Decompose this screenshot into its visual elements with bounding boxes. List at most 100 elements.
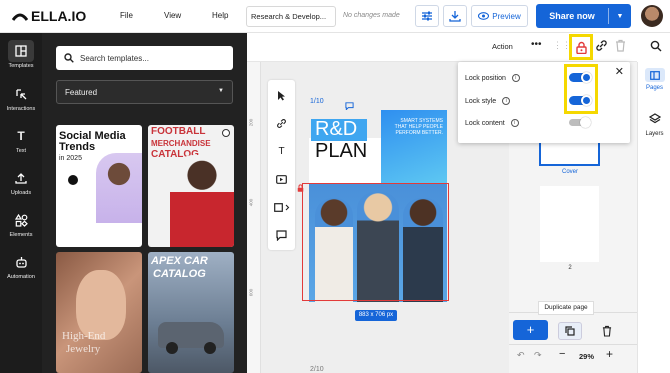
rail-automation[interactable]: Automation xyxy=(0,251,42,280)
zoom-level[interactable]: 29% xyxy=(579,352,594,361)
adjust-button[interactable] xyxy=(415,5,439,27)
locked-element-indicator xyxy=(297,179,304,197)
template-search-input[interactable]: Search templates... xyxy=(56,46,233,70)
menu-view[interactable]: View xyxy=(164,11,181,20)
preview-label: Preview xyxy=(492,11,521,21)
rail-layers[interactable]: Layers xyxy=(641,112,668,144)
link-button[interactable] xyxy=(595,39,608,57)
toggle-knob xyxy=(580,117,591,128)
elements-icon xyxy=(8,209,34,231)
rail-label: Automation xyxy=(7,274,35,280)
card-title: APEX CAR xyxy=(151,255,208,267)
more-options-icon[interactable]: ••• xyxy=(531,39,542,50)
duplicate-page-button[interactable] xyxy=(558,322,582,340)
rail-label: Uploads xyxy=(10,190,32,196)
interactions-icon xyxy=(8,83,34,105)
logo-icon xyxy=(12,13,28,21)
automation-icon xyxy=(8,251,34,273)
sliders-icon xyxy=(422,11,432,21)
template-card-football[interactable]: FOOTBALL MERCHANDISE CATALOG xyxy=(148,125,234,247)
card-title: Trends xyxy=(59,141,96,153)
video-tool[interactable] xyxy=(268,168,295,190)
share-now-button[interactable]: Share now ▼ xyxy=(536,4,631,28)
undo-icon[interactable]: ↶ xyxy=(517,350,525,361)
menu-help[interactable]: Help xyxy=(212,11,228,20)
design-tagline: SMART SYSTEMS THAT HELP PEOPLE PERFORM B… xyxy=(394,118,443,136)
search-placeholder: Search templates... xyxy=(80,53,149,63)
divider xyxy=(509,344,637,345)
link-tool[interactable] xyxy=(268,112,295,134)
page-indicator: 2/10 xyxy=(310,366,324,373)
action-menu[interactable]: Action xyxy=(492,42,513,51)
text-tool[interactable]: T xyxy=(268,140,295,162)
lock-content-label: Lock content xyxy=(465,119,505,127)
video-icon xyxy=(276,174,287,184)
app-logo[interactable]: ELLA.IO xyxy=(12,8,86,24)
comment-tool[interactable] xyxy=(268,224,295,246)
cursor-icon xyxy=(278,90,285,100)
info-icon[interactable]: i xyxy=(510,119,519,127)
lock-highlight xyxy=(569,34,593,60)
filter-value: Featured xyxy=(65,87,98,97)
right-rail: Pages Layers xyxy=(637,62,670,373)
template-card-jewelry[interactable]: High-End Jewelry xyxy=(56,252,142,373)
selection-box[interactable] xyxy=(302,183,449,301)
rail-text[interactable]: T Text xyxy=(0,125,42,154)
user-avatar[interactable] xyxy=(641,5,663,27)
rail-uploads[interactable]: Uploads xyxy=(0,167,42,196)
delete-page-button[interactable] xyxy=(602,324,612,342)
delete-button[interactable] xyxy=(615,39,626,57)
comment-icon xyxy=(345,102,354,111)
lock-position-label: Lock position xyxy=(465,74,506,82)
page-thumbnail-2[interactable] xyxy=(540,186,599,262)
eye-icon xyxy=(478,12,490,20)
save-status: No changes made xyxy=(343,12,400,19)
info-icon[interactable]: i xyxy=(511,74,520,82)
menu-file[interactable]: File xyxy=(120,11,133,20)
wheel-graphic xyxy=(204,342,216,354)
caret-down-icon[interactable]: ▼ xyxy=(609,13,631,20)
template-card-apex-car[interactable]: APEX CAR CATALOG xyxy=(148,252,234,373)
lock-content-row: Lock content i xyxy=(465,119,519,127)
card-title: High-End xyxy=(62,330,106,342)
zoom-in-button[interactable]: + xyxy=(606,347,613,361)
info-icon[interactable]: i xyxy=(502,97,511,105)
left-rail: Templates Interactions T Text Uploads El… xyxy=(0,33,42,373)
layout-icon xyxy=(8,40,34,62)
pages-icon xyxy=(644,68,665,82)
design-title: PLAN xyxy=(315,140,368,162)
arrow-button-graphic xyxy=(68,175,78,185)
link-icon xyxy=(596,40,607,51)
preview-button[interactable]: Preview xyxy=(471,5,528,27)
zoom-out-button[interactable]: − xyxy=(559,348,565,360)
redo-icon[interactable]: ↷ xyxy=(534,350,542,361)
card-title: Jewelry xyxy=(66,343,101,355)
template-filter-select[interactable]: Featured ▼ xyxy=(56,80,233,104)
global-search-button[interactable] xyxy=(650,39,662,57)
rail-label: Interactions xyxy=(6,106,36,112)
rail-label: Layers xyxy=(645,131,664,137)
top-bar: ELLA.IO File View Help Research & Develo… xyxy=(0,0,670,33)
card-subtitle: in 2025 xyxy=(59,155,82,162)
rail-interactions[interactable]: Interactions xyxy=(0,83,42,112)
select-tool[interactable] xyxy=(268,84,295,106)
document-title-field[interactable]: Research & Develop... xyxy=(246,6,336,27)
rail-templates[interactable]: Templates xyxy=(0,40,42,69)
page-comment-button[interactable] xyxy=(345,97,354,115)
lock-content-toggle[interactable] xyxy=(569,117,591,128)
card-title: MERCHANDISE xyxy=(151,139,211,148)
rail-pages[interactable]: Pages xyxy=(641,68,668,100)
text-icon: T xyxy=(278,145,285,157)
share-label: Share now xyxy=(549,11,595,21)
wheel-graphic xyxy=(166,342,178,354)
lock-position-row: Lock position i xyxy=(465,74,520,82)
shape-tool[interactable] xyxy=(268,196,295,218)
selection-dimensions: 883 x 706 px xyxy=(355,310,397,321)
close-icon[interactable]: ✕ xyxy=(615,65,624,78)
download-button[interactable] xyxy=(443,5,467,27)
template-card-social-media[interactable]: Social Media Trends in 2025 xyxy=(56,125,142,247)
design-title: R&D xyxy=(315,118,358,140)
card-title: FOOTBALL xyxy=(151,126,206,137)
rail-elements[interactable]: Elements xyxy=(0,209,42,238)
add-page-button[interactable]: + xyxy=(513,320,548,340)
